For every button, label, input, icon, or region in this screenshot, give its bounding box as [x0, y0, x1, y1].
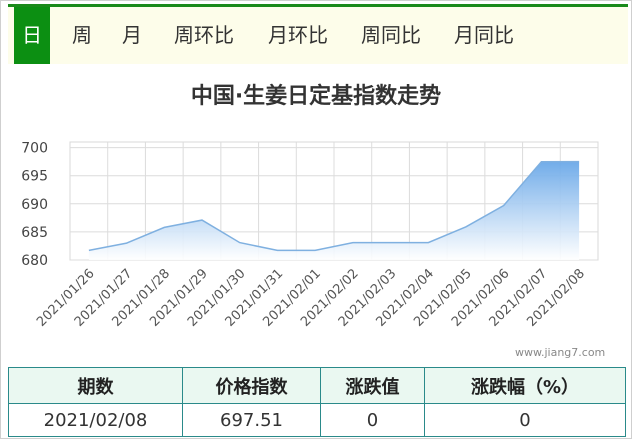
index-trend-chart: 680 685 690 695 700 2021/01/262021/01/272021… — [21, 141, 599, 330]
tab-month-year-on-year[interactable]: 月同比 — [448, 7, 520, 64]
cell-change-percent: 0 — [424, 403, 626, 437]
tab-week-year-on-year[interactable]: 周同比 — [355, 7, 427, 64]
y-tick-label: 700 — [21, 141, 48, 157]
summary-table: 期数 价格指数 涨跌值 涨跌幅（%） 2021/02/08 697.51 0 0 — [8, 367, 626, 437]
period-tab-bar: 日 周 月 周环比 月环比 周同比 月同比 — [8, 4, 628, 64]
summary-header-row: 期数 价格指数 涨跌值 涨跌幅（%） — [8, 367, 626, 404]
y-axis-ticks: 680 685 690 695 700 — [21, 141, 48, 269]
header-change-percent: 涨跌幅（%） — [424, 367, 626, 404]
header-period: 期数 — [8, 367, 183, 404]
cell-price-index: 697.51 — [182, 403, 321, 437]
x-axis-ticks: 2021/01/262021/01/272021/01/282021/01/29… — [34, 266, 588, 330]
tab-week[interactable]: 周 — [64, 7, 100, 64]
watermark: www.jiang7.com — [515, 346, 606, 359]
cell-period: 2021/02/08 — [8, 403, 183, 437]
tab-week-on-week[interactable]: 周环比 — [168, 7, 240, 64]
y-tick-label: 695 — [21, 169, 48, 185]
cell-change-value: 0 — [320, 403, 425, 437]
chart-title: 中国·生姜日定基指数走势 — [190, 84, 442, 109]
tab-month-on-month[interactable]: 月环比 — [262, 7, 334, 64]
tab-day[interactable]: 日 — [14, 7, 50, 64]
y-tick-label: 690 — [21, 197, 48, 213]
header-change-value: 涨跌值 — [320, 367, 425, 404]
tab-month[interactable]: 月 — [114, 7, 150, 64]
y-tick-label: 680 — [21, 253, 48, 269]
header-price-index: 价格指数 — [182, 367, 321, 404]
y-tick-label: 685 — [21, 225, 48, 241]
table-row: 2021/02/08 697.51 0 0 — [8, 403, 626, 437]
